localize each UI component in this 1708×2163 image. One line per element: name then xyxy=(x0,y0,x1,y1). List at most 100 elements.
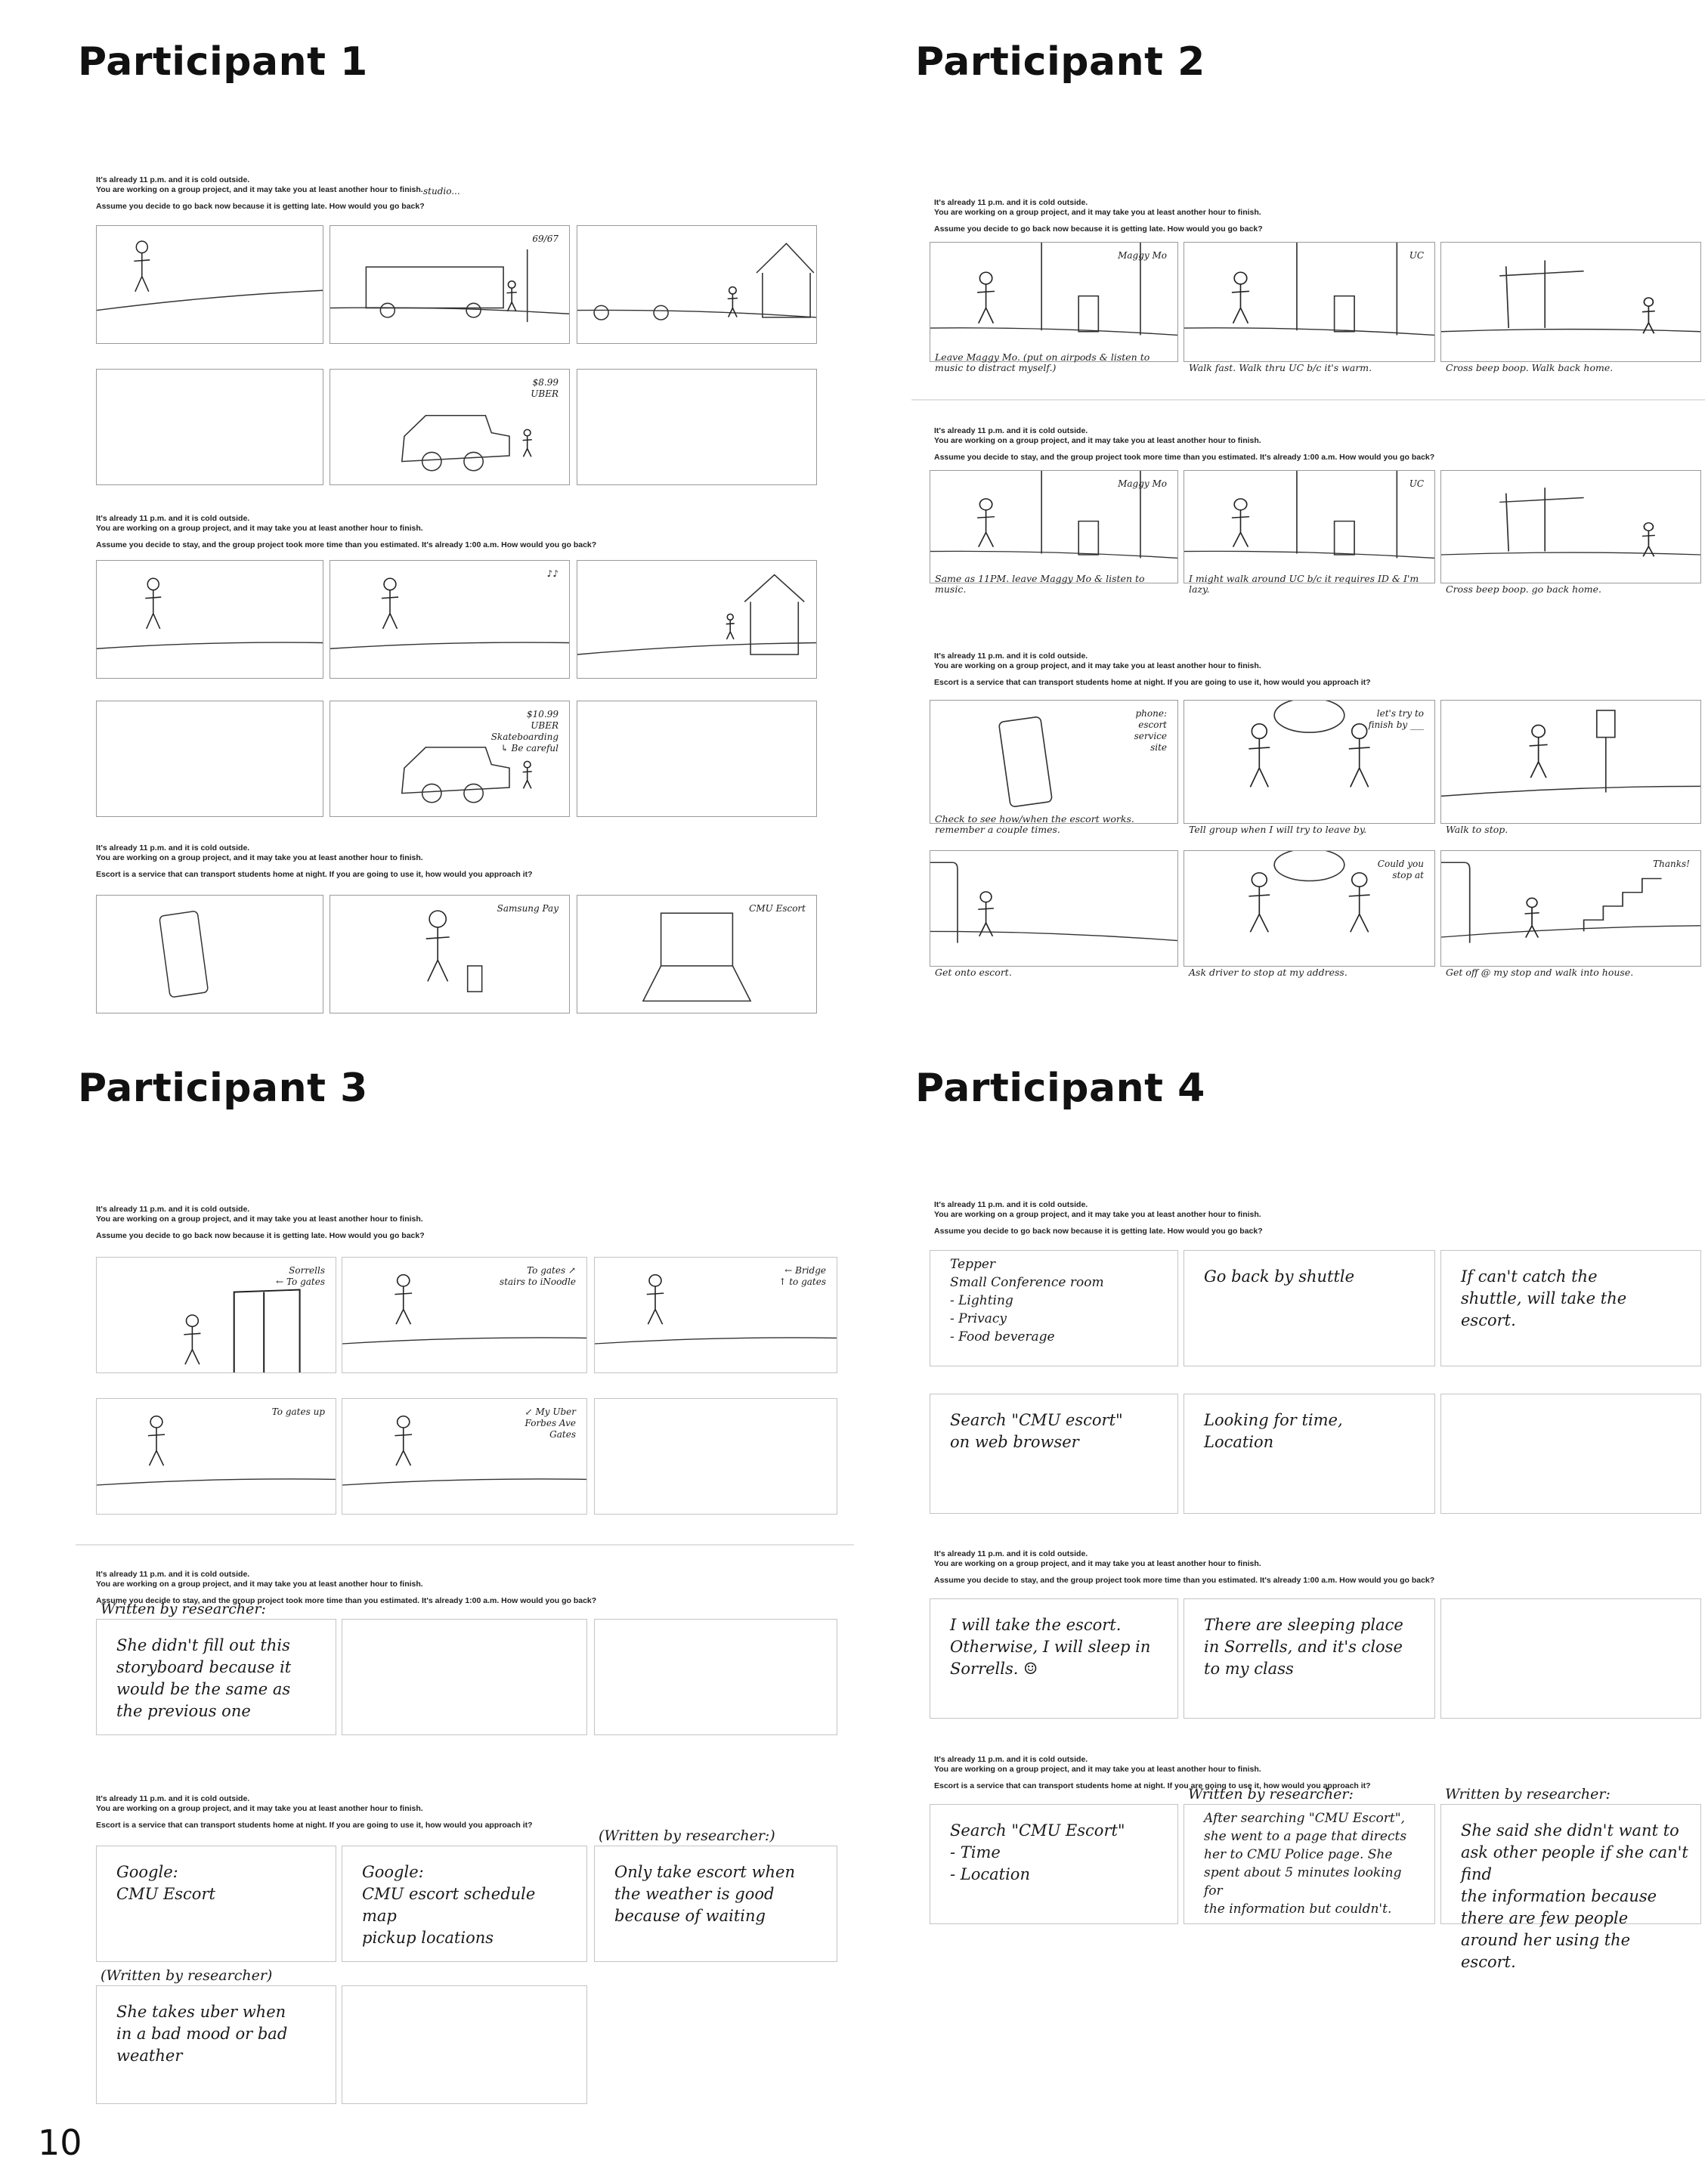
storyboard-panel: Google: CMU escort schedule map pickup loca… xyxy=(342,1846,587,1962)
stick-figure xyxy=(522,760,532,789)
house-drawing xyxy=(756,243,815,318)
storyboard-panel: Google: CMU Escort xyxy=(96,1846,336,1962)
stick-figure xyxy=(506,280,517,312)
storyboard-panel: Looking for time, Location xyxy=(1184,1394,1435,1514)
bus-stop-sign xyxy=(1595,710,1616,738)
prompt-line: Escort is a service that can transport s… xyxy=(934,678,1371,687)
prompt-line: You are working on a group project, and … xyxy=(934,208,1261,217)
panel-label: Samsung Pay xyxy=(497,903,559,914)
handwritten-text: Looking for time, Location xyxy=(1204,1410,1424,1453)
prompt-gap xyxy=(96,863,533,870)
panel-label: Forbes Ave xyxy=(524,1418,576,1428)
handwritten-line: Sorrells. ☺ xyxy=(950,1660,1038,1678)
ground-line xyxy=(342,1478,586,1486)
stick-figure xyxy=(977,271,995,324)
scenario-prompt: It's already 11 p.m. and it is cold outs… xyxy=(934,1200,1263,1236)
storyboard-panel: ← Bridge ↑ to gates xyxy=(594,1257,837,1373)
prompt-line: Assume you decide to stay, and the group… xyxy=(934,1576,1435,1585)
panel-label: $8.99 xyxy=(532,377,559,388)
stick-figure xyxy=(1231,271,1250,324)
panel-caption: Ask driver to stop at my address. xyxy=(1189,967,1348,978)
prompt-line: Assume you decide to go back now because… xyxy=(96,202,425,211)
storyboard-panel: Walk to stop. xyxy=(1440,700,1701,835)
panel-label: escort xyxy=(1138,719,1167,730)
stick-figure xyxy=(147,1416,166,1466)
prompt-gap xyxy=(934,446,1434,453)
handwritten-text: Go back by shuttle xyxy=(1204,1266,1424,1288)
prompt-line: It's already 11 p.m. and it is cold outs… xyxy=(96,175,250,184)
panel-sketch xyxy=(1441,487,1700,557)
panel-labels: UC xyxy=(1409,478,1424,490)
panel-label: site xyxy=(1150,742,1167,753)
panel-label: Gates xyxy=(549,1429,576,1440)
prompt-line: Assume you decide to go back now because… xyxy=(934,224,1263,234)
panel-labels: To gates up xyxy=(272,1406,325,1418)
handwritten-line: - Food beverage xyxy=(950,1329,1055,1345)
storyboard-panel xyxy=(96,560,323,679)
handwritten-line: escort. xyxy=(1461,1311,1516,1329)
scenario-prompt: It's already 11 p.m. and it is cold outs… xyxy=(934,198,1263,234)
storyboard-panel: Samsung Pay xyxy=(330,895,570,1013)
ground-line xyxy=(330,307,569,314)
panel-caption: Tell group when I will try to leave by. xyxy=(1189,824,1367,835)
handwritten-line: because of waiting xyxy=(614,1907,766,1925)
storyboard-panel: ♪♪ xyxy=(330,560,570,679)
storyboard-panel: Maggy Mo Same as 11PM. leave Maggy Mo & l… xyxy=(930,470,1178,595)
panel-labels: $10.99 UBER Skateboarding ↳ Be careful xyxy=(491,709,559,754)
handwritten-line: she went to a page that directs xyxy=(1204,1829,1407,1844)
storyboard-panel xyxy=(577,560,817,679)
prompt-line: Escort is a service that can transport s… xyxy=(96,1821,533,1830)
panel-label: Skateboarding xyxy=(490,732,559,742)
prompt-line: You are working on a group project, and … xyxy=(96,1580,423,1589)
handwritten-line: map xyxy=(362,1907,397,1925)
handwritten-text: Search "CMU Escort" - Time - Location xyxy=(950,1820,1167,1886)
ground-line xyxy=(97,1478,336,1486)
storyboard-panel xyxy=(96,369,323,485)
storyboard-panel xyxy=(577,701,817,817)
ground-line xyxy=(1441,328,1700,333)
handwritten-text: Only take escort when the weather is good… xyxy=(614,1861,826,1927)
panel-label: CMU Escort xyxy=(749,903,806,914)
prompt-line: You are working on a group project, and … xyxy=(934,1559,1261,1568)
panel-label: To gates ↗ xyxy=(527,1265,576,1276)
prompt-gap xyxy=(96,1224,425,1231)
storyboard-panel: $10.99 UBER Skateboarding ↳ Be careful xyxy=(330,701,570,817)
panel-caption: I might walk around UC b/c it requires I… xyxy=(1189,573,1419,595)
handwritten-line: - Time xyxy=(950,1843,1001,1861)
storyboard-panel: I will take the escort. Otherwise, I will… xyxy=(930,1598,1178,1719)
handwritten-text: If can't catch the shuttle, will take the… xyxy=(1461,1266,1690,1332)
storyboard-panel: She takes uber when in a bad mood or bad w… xyxy=(96,1985,336,2104)
researcher-note-label: (Written by researcher:) xyxy=(599,1827,775,1844)
handwritten-line: Search "CMU Escort" xyxy=(950,1821,1125,1840)
handwritten-line: Small Conference room xyxy=(950,1275,1104,1290)
storyboard-panel: 69/67 xyxy=(330,225,570,344)
handwritten-line: storyboard because it xyxy=(116,1658,292,1676)
handwritten-line: her to CMU Police page. She xyxy=(1204,1847,1393,1862)
storyboard-panel: CMU Escort xyxy=(577,895,817,1013)
panel-sketch xyxy=(1441,710,1700,797)
panel-label: Maggy Mo xyxy=(1118,478,1167,489)
handwritten-line: Only take escort when xyxy=(614,1863,795,1881)
page-number: 10 xyxy=(38,2122,82,2163)
panel-labels: CMU Escort xyxy=(749,903,806,914)
handwritten-line: Search "CMU escort" xyxy=(950,1411,1123,1429)
prompt-gap xyxy=(96,195,425,202)
panel-label: ↳ Be careful xyxy=(500,743,559,753)
stick-figure xyxy=(1348,872,1370,933)
panel-caption: Same as 11PM. leave Maggy Mo & listen to… xyxy=(935,573,1145,595)
stick-figure xyxy=(1249,723,1270,788)
panel-sketch xyxy=(1184,471,1434,559)
storyboard-panel: Search "CMU Escort" - Time - Location xyxy=(930,1804,1178,1924)
panel-sketch xyxy=(577,574,816,655)
ground-line xyxy=(577,309,816,318)
panel-labels: UC xyxy=(1409,250,1424,261)
phone-drawing xyxy=(466,965,483,992)
stick-figure xyxy=(726,613,735,640)
panel-labels: let's try to finish by ___ xyxy=(1368,708,1424,731)
laptop-drawing xyxy=(660,912,734,967)
handwritten-line: pickup locations xyxy=(362,1929,494,1947)
panel-labels: phone: escort service site xyxy=(1134,708,1167,753)
handwritten-line: to my class xyxy=(1204,1660,1294,1678)
prompt-gap xyxy=(96,1814,533,1821)
handwritten-line: CMU escort schedule xyxy=(362,1885,536,1903)
